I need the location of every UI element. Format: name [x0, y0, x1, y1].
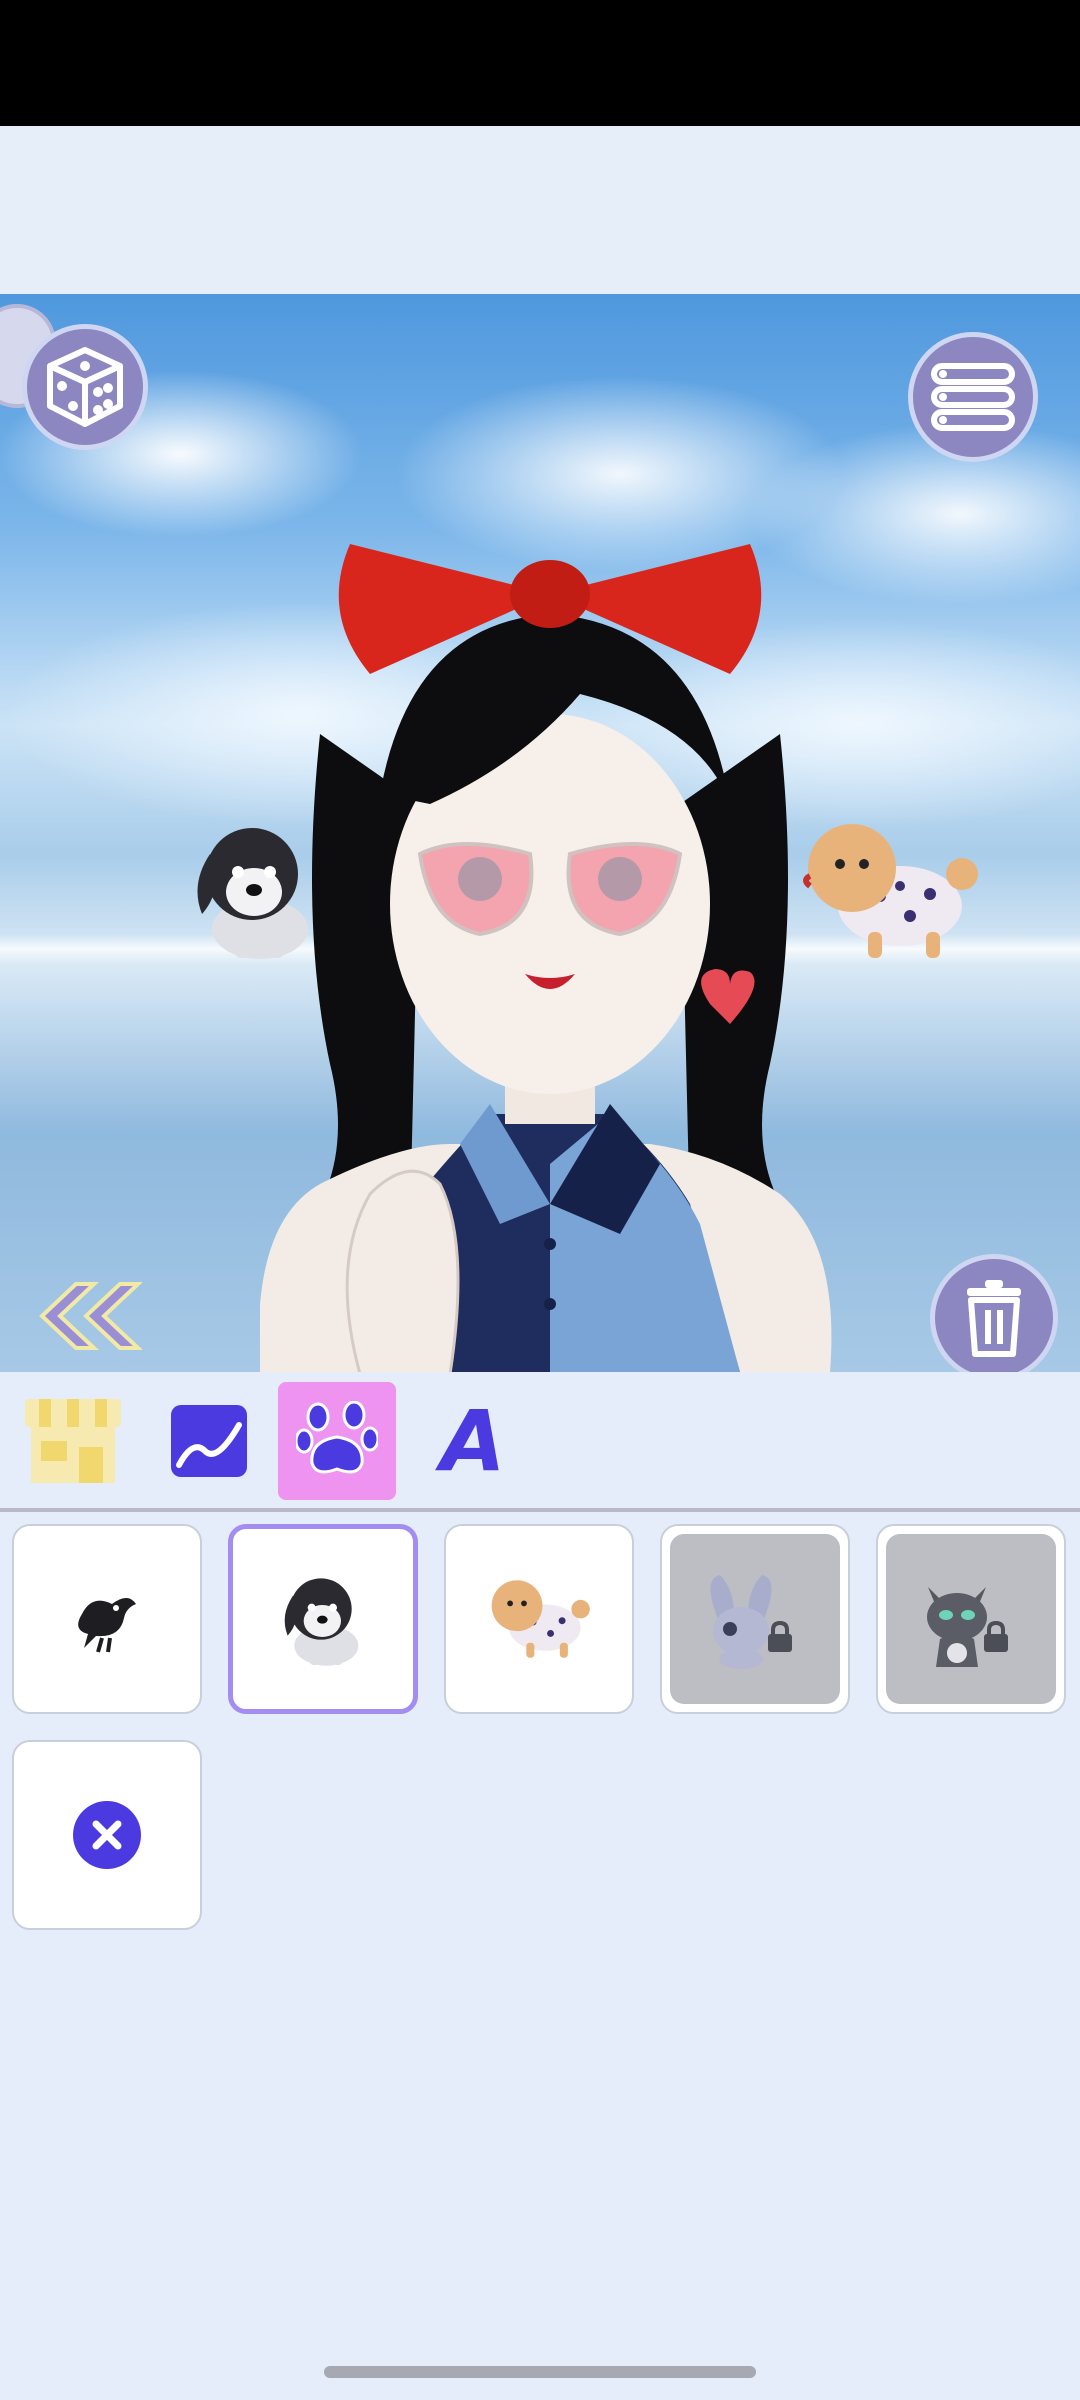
delete-button[interactable]: [930, 1254, 1058, 1372]
item-husky-puppy[interactable]: [228, 1524, 418, 1714]
home-indicator[interactable]: [324, 2366, 756, 2378]
landscape-icon: [171, 1405, 247, 1477]
item-none[interactable]: [12, 1740, 202, 1930]
item-bunny[interactable]: [660, 1524, 850, 1714]
randomize-button[interactable]: [22, 324, 148, 450]
character-avatar: [260, 544, 832, 1372]
tabs-divider: [0, 1508, 1080, 1512]
item-pomeranian[interactable]: [444, 1524, 634, 1714]
double-chevron-left-icon[interactable]: [32, 1276, 142, 1356]
paw-icon: [296, 1401, 378, 1474]
category-tabs: A: [0, 1372, 1080, 1508]
lock-icon: [984, 1621, 1008, 1652]
tab-background[interactable]: [150, 1382, 268, 1500]
dog-icon: [284, 1578, 359, 1666]
cat-icon: [927, 1587, 987, 1667]
item-crow[interactable]: [12, 1524, 202, 1714]
shop-icon: [25, 1399, 121, 1483]
tab-pets[interactable]: [278, 1382, 396, 1500]
item-cat[interactable]: [876, 1524, 1066, 1714]
pomeranian-pet: [803, 824, 978, 958]
list-menu-icon: [931, 363, 1015, 431]
pomeranian-icon: [491, 1580, 590, 1658]
tab-shop[interactable]: [14, 1382, 132, 1500]
menu-button[interactable]: [908, 332, 1038, 462]
top-area: [0, 126, 1080, 294]
bunny-icon: [710, 1575, 772, 1669]
avatar-canvas: [0, 294, 1080, 1372]
crow-icon: [78, 1598, 136, 1653]
tab-text[interactable]: A: [414, 1382, 532, 1500]
text-tab-label: A: [440, 1392, 506, 1490]
trash-icon: [967, 1280, 1021, 1357]
lock-icon: [768, 1621, 792, 1652]
close-icon: [73, 1801, 141, 1869]
husky-puppy-pet: [197, 828, 308, 959]
dice-icon: [47, 347, 123, 427]
status-bar: [0, 0, 1080, 126]
